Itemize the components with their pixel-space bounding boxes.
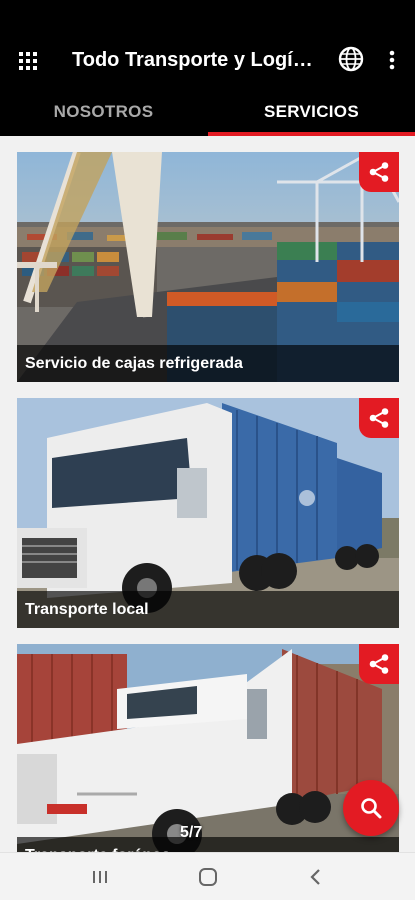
globe-icon[interactable] xyxy=(338,46,364,72)
card-title: Servicio de cajas refrigerada xyxy=(17,345,399,382)
tab-nosotros[interactable]: NOSOTROS xyxy=(0,88,207,136)
recents-icon[interactable] xyxy=(88,865,112,889)
home-icon[interactable] xyxy=(196,865,220,889)
truck-photo xyxy=(17,644,399,852)
share-icon xyxy=(369,654,389,674)
share-button[interactable] xyxy=(359,398,399,438)
service-card[interactable]: Transporte foráneo xyxy=(17,644,399,852)
services-list[interactable]: Servicio de cajas refrigerada Transporte… xyxy=(0,136,415,852)
grid-menu-icon[interactable] xyxy=(18,51,38,71)
share-icon xyxy=(369,408,389,428)
toolbar: Todo Transporte y Logística xyxy=(0,36,415,84)
service-card[interactable]: Transporte local xyxy=(17,398,399,628)
search-icon xyxy=(361,798,382,819)
app-title: Todo Transporte y Logística xyxy=(72,49,322,71)
system-nav-bar xyxy=(0,852,415,900)
share-button[interactable] xyxy=(359,152,399,192)
search-fab[interactable] xyxy=(343,780,399,836)
share-button[interactable] xyxy=(359,644,399,684)
pager-indicator: 5/7 xyxy=(180,824,203,841)
card-title: Transporte local xyxy=(17,591,399,628)
service-card[interactable]: Servicio de cajas refrigerada xyxy=(17,152,399,382)
app-bar: Todo Transporte y Logística NOSOTROS SER… xyxy=(0,0,415,136)
more-vert-icon[interactable] xyxy=(382,48,402,72)
share-icon xyxy=(369,162,389,182)
tab-bar: NOSOTROS SERVICIOS xyxy=(0,88,415,136)
card-title: Transporte foráneo xyxy=(17,837,399,852)
tab-servicios[interactable]: SERVICIOS xyxy=(208,88,415,136)
back-icon[interactable] xyxy=(304,865,328,889)
